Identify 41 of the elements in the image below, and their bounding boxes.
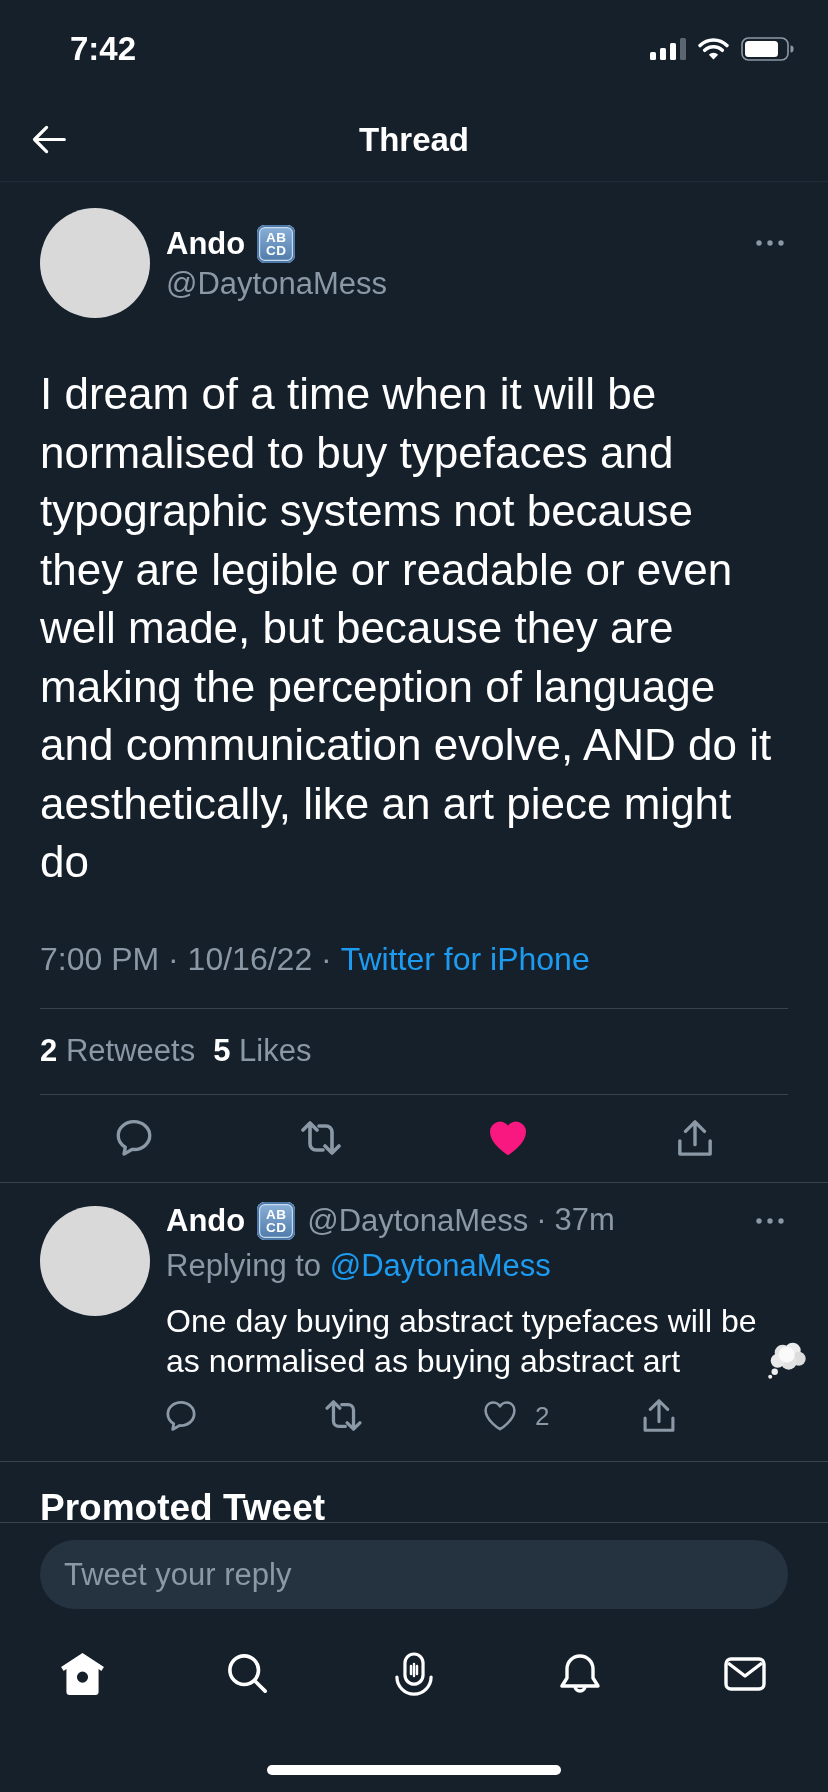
- dot-separator: ·: [536, 1201, 547, 1240]
- share-icon[interactable]: [676, 1120, 713, 1156]
- letters-emoji: AB CD: [257, 1201, 296, 1240]
- reply-input[interactable]: Tweet your reply: [40, 1540, 788, 1609]
- microphone-icon[interactable]: [394, 1652, 434, 1696]
- user-handle: @DaytonaMess: [307, 1201, 529, 1240]
- envelope-icon[interactable]: [724, 1657, 767, 1691]
- user-name: Ando: [166, 1201, 246, 1240]
- tweet-text: I dream of a time when it will be normalised to buy typefaces and typographic systems not because they are legible or readable or even well made, but because they are making the perception of language and communication evolve, AND do it aesthetically, like an art piece might do: [40, 368, 773, 888]
- share-icon[interactable]: [643, 1399, 675, 1432]
- stat-link[interactable]: 2 Retweets: [40, 1031, 196, 1071]
- like-button[interactable]: 2: [484, 1399, 550, 1432]
- stat-link[interactable]: 5 Likes: [213, 1031, 312, 1071]
- heart-icon[interactable]: [484, 1400, 516, 1431]
- replying-label: Replying to: [166, 1247, 322, 1283]
- status-time: 7:42: [70, 29, 137, 69]
- reply-icon[interactable]: [115, 1120, 152, 1156]
- more-icon[interactable]: [756, 1217, 784, 1224]
- thought-bubble-icon: [768, 1341, 806, 1380]
- more-icon[interactable]: [756, 240, 784, 246]
- search-icon[interactable]: [228, 1654, 269, 1694]
- back-icon[interactable]: [32, 125, 66, 154]
- reply-icon[interactable]: [166, 1400, 196, 1431]
- reply-time: 37m: [554, 1201, 615, 1240]
- retweet-icon[interactable]: [325, 1400, 362, 1431]
- wifi-icon: [698, 38, 729, 60]
- house-icon[interactable]: [60, 1652, 106, 1696]
- heart-icon[interactable]: [488, 1120, 527, 1156]
- signal-icon: [650, 38, 686, 60]
- mention-link[interactable]: @DaytonaMess: [329, 1247, 551, 1283]
- tweet-timestamp: 7:00 PM · 10/16/22 ·: [40, 940, 332, 977]
- user-handle: @DaytonaMess: [166, 265, 387, 303]
- retweet-icon[interactable]: [299, 1121, 342, 1155]
- section-heading: Promoted Tweet: [40, 1485, 327, 1522]
- letters-emoji: AB CD: [257, 225, 296, 263]
- page-title: Thread: [359, 119, 469, 160]
- source-link[interactable]: Twitter for iPhone: [340, 940, 590, 977]
- bell-icon[interactable]: [559, 1654, 600, 1694]
- user-name: Ando: [166, 225, 246, 263]
- reply-text: One day buying abstract typefaces will be as normalised as buying abstract art: [166, 1301, 758, 1381]
- battery-icon: [741, 37, 794, 61]
